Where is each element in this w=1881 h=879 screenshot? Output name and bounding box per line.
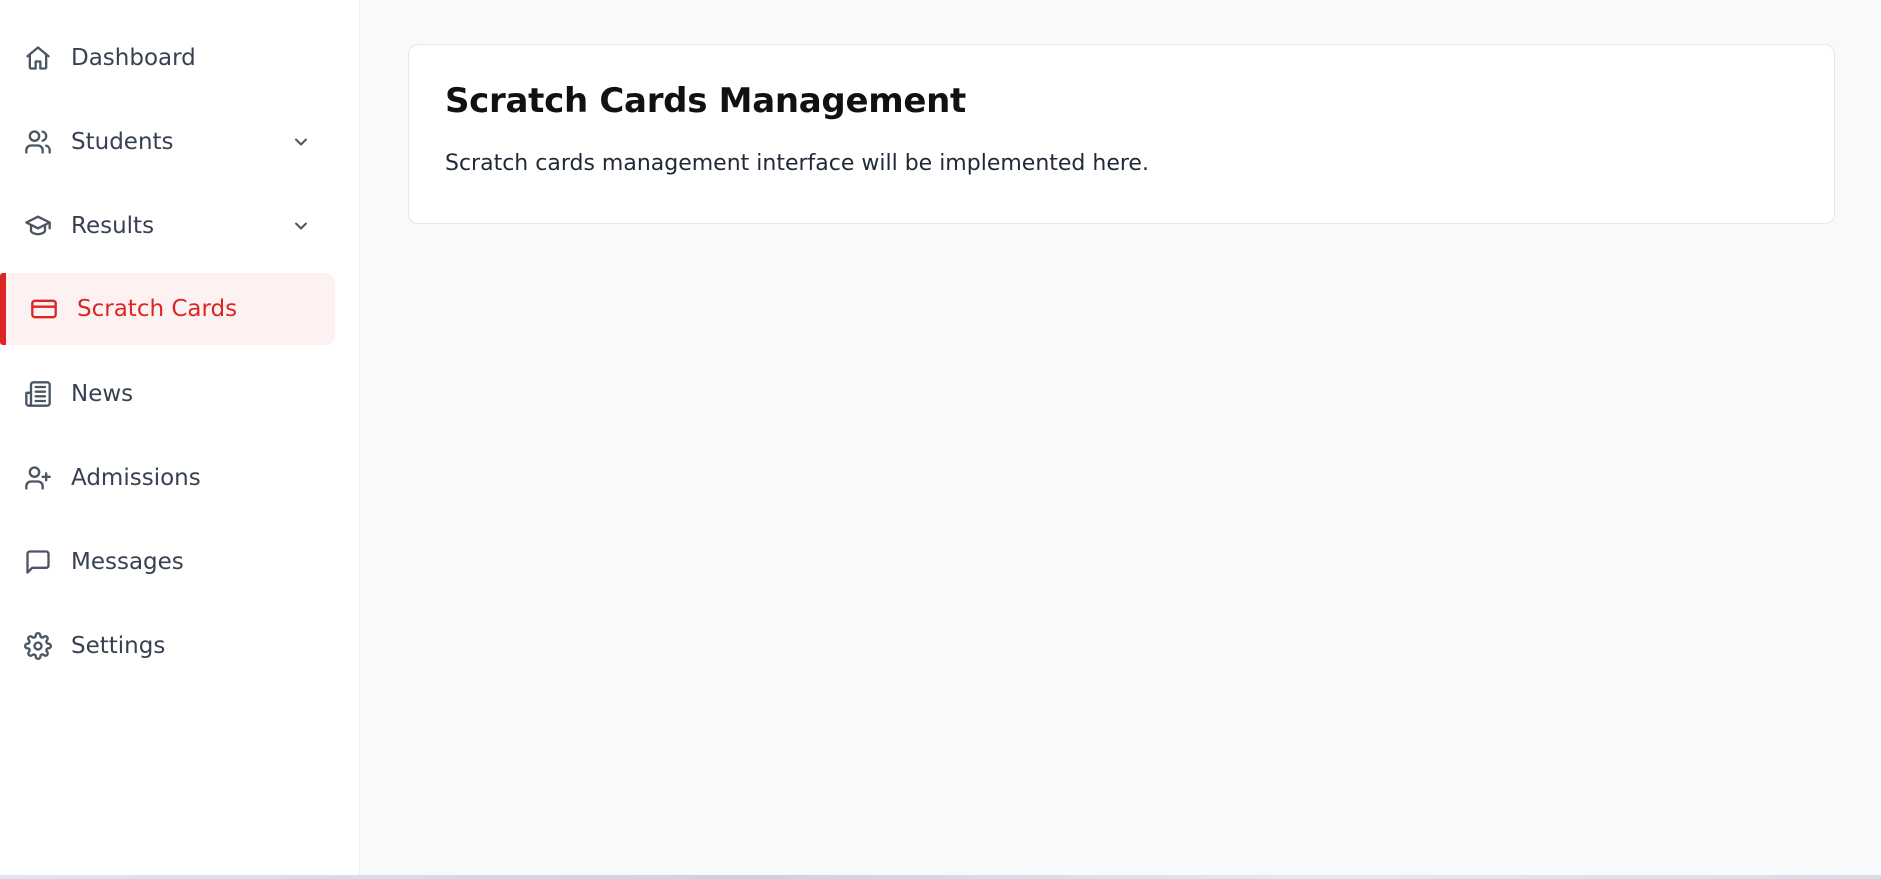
chevron-down-icon[interactable] — [291, 132, 311, 152]
sidebar-item-label: Messages — [71, 549, 184, 575]
sidebar: Dashboard Students Results Scratch Cards… — [0, 0, 360, 875]
sidebar-item-dashboard[interactable]: Dashboard — [0, 22, 335, 94]
sidebar-item-label: Scratch Cards — [77, 296, 238, 322]
app-root: Dashboard Students Results Scratch Cards… — [0, 0, 1881, 879]
graduation-cap-icon — [24, 212, 52, 240]
sidebar-item-label: Admissions — [71, 465, 201, 491]
page-title: Scratch Cards Management — [445, 81, 966, 121]
sidebar-item-results[interactable]: Results — [0, 190, 335, 262]
users-icon — [24, 128, 52, 156]
sidebar-item-label: Dashboard — [71, 45, 196, 71]
main-content: Scratch Cards Management Scratch cards m… — [360, 0, 1881, 875]
sidebar-item-admissions[interactable]: Admissions — [0, 442, 335, 514]
sidebar-item-settings[interactable]: Settings — [0, 610, 335, 682]
newspaper-icon — [24, 380, 52, 408]
sidebar-item-label: Students — [71, 129, 174, 155]
sidebar-item-students[interactable]: Students — [0, 106, 335, 178]
sidebar-item-news[interactable]: News — [0, 358, 335, 430]
sidebar-item-label: Results — [71, 213, 155, 239]
gear-icon — [24, 632, 52, 660]
sidebar-item-label: News — [71, 381, 134, 407]
chevron-down-icon[interactable] — [291, 216, 311, 236]
sidebar-item-messages[interactable]: Messages — [0, 526, 335, 598]
credit-card-icon — [30, 295, 58, 323]
placeholder-text: Scratch cards management interface will … — [445, 151, 1149, 176]
sidebar-item-scratch-cards[interactable]: Scratch Cards — [0, 273, 335, 345]
user-plus-icon — [24, 464, 52, 492]
home-icon — [24, 44, 52, 72]
content-card: Scratch Cards Management Scratch cards m… — [408, 44, 1835, 224]
message-square-icon — [24, 548, 52, 576]
sidebar-item-label: Settings — [71, 633, 166, 659]
window-bottom-edge — [0, 875, 1881, 879]
